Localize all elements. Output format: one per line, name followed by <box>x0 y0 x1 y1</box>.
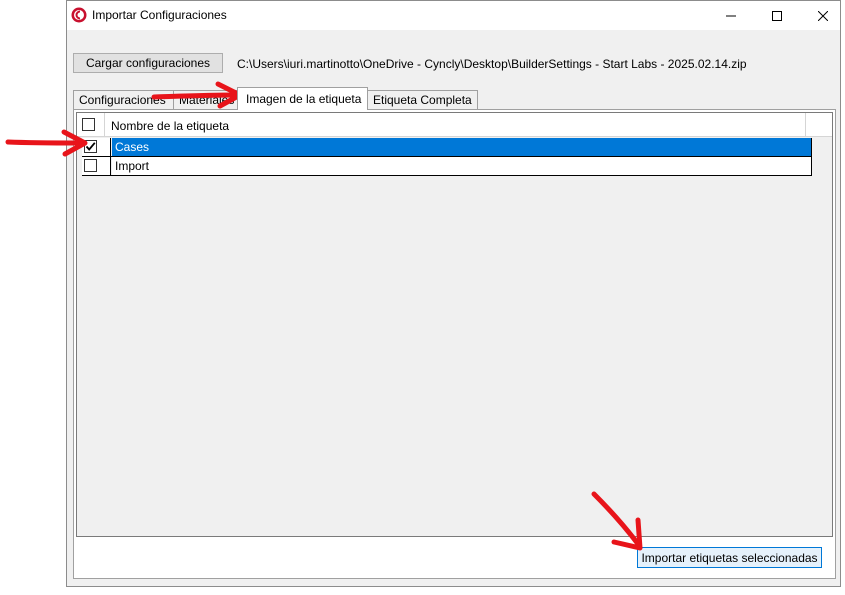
close-icon <box>818 10 828 21</box>
row-checkbox[interactable] <box>84 140 97 153</box>
tab-etiqueta-completa[interactable]: Etiqueta Completa <box>367 90 478 109</box>
table-row[interactable]: Cases <box>82 138 812 157</box>
tab-panel: Nombre de la etiqueta Cases Import <box>73 109 836 579</box>
row-checkbox[interactable] <box>84 159 97 172</box>
import-settings-window: Importar Configuraciones Cargar configur… <box>66 0 841 587</box>
maximize-button[interactable] <box>754 1 800 30</box>
table-row[interactable]: Import <box>82 157 812 176</box>
row-check-cell[interactable] <box>82 157 111 175</box>
tab-configuraciones[interactable]: Configuraciones <box>73 90 174 109</box>
column-header-name[interactable]: Nombre de la etiqueta <box>111 119 229 133</box>
select-all-checkbox[interactable] <box>82 118 95 131</box>
minimize-button[interactable] <box>708 1 754 30</box>
row-check-cell[interactable] <box>82 138 111 156</box>
app-logo-icon <box>71 7 87 23</box>
grid-header: Nombre de la etiqueta <box>77 113 832 137</box>
column-divider <box>805 113 806 137</box>
title-bar: Importar Configuraciones <box>67 1 840 30</box>
load-settings-button[interactable]: Cargar configuraciones <box>73 53 223 73</box>
column-divider <box>104 113 105 137</box>
column-divider <box>811 157 812 175</box>
maximize-icon <box>772 10 782 21</box>
file-path-label: C:\Users\iuri.martinotto\OneDrive - Cync… <box>237 57 747 71</box>
row-name-cell[interactable]: Cases <box>112 138 811 156</box>
labels-grid[interactable]: Nombre de la etiqueta Cases Import <box>76 112 833 537</box>
minimize-icon <box>726 15 736 16</box>
window-title: Importar Configuraciones <box>92 8 227 22</box>
tab-materiales[interactable]: Materiales <box>173 90 238 109</box>
tab-imagen-etiqueta[interactable]: Imagen de la etiqueta <box>237 87 368 110</box>
import-selected-labels-button[interactable]: Importar etiquetas seleccionadas <box>637 547 822 568</box>
row-name-cell[interactable]: Import <box>112 157 811 175</box>
close-button[interactable] <box>800 1 845 30</box>
column-divider <box>811 138 812 156</box>
checkmark-icon <box>85 142 96 151</box>
